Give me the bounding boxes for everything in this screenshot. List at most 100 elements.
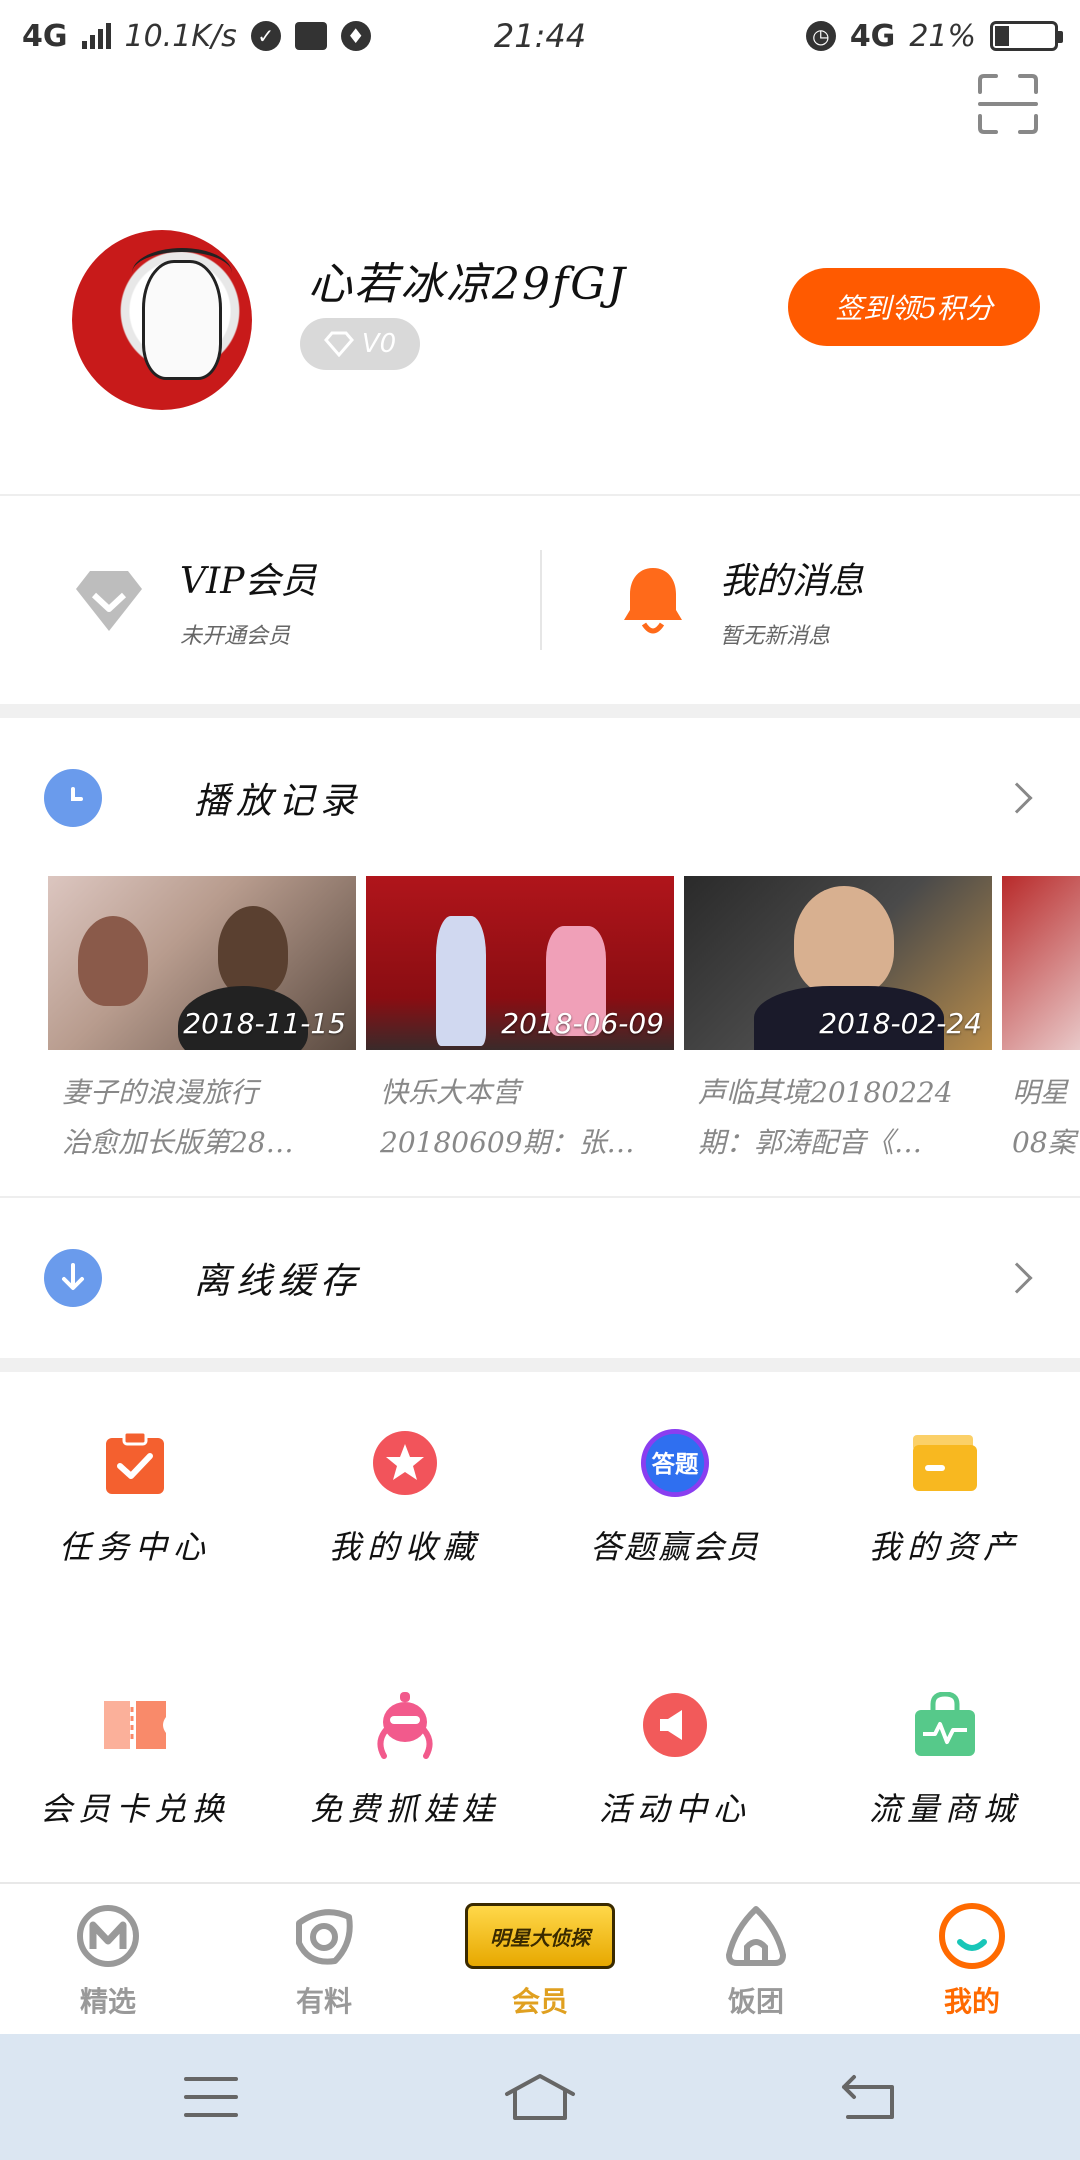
signal-icon bbox=[81, 23, 111, 49]
tab-fan-group[interactable]: 饭团 bbox=[648, 1884, 864, 2034]
history-date: 2018-11-15 bbox=[183, 1007, 346, 1040]
status-left: 4G 10.1K/s ✓ ♦ bbox=[22, 19, 371, 54]
tab-label: 会员 bbox=[511, 1985, 568, 2018]
separator bbox=[540, 550, 542, 650]
wallet-icon bbox=[910, 1428, 980, 1498]
scan-button[interactable] bbox=[976, 72, 1040, 136]
battery-icon bbox=[990, 21, 1063, 51]
download-icon bbox=[44, 1249, 102, 1307]
network-speed: 10.1K/s bbox=[124, 18, 237, 54]
back-icon bbox=[842, 2075, 894, 2119]
profile-header: 心若冰凉29fGJ V0 签到领5积分 bbox=[72, 230, 1040, 410]
tab-member[interactable]: 明星大侦探 会员 bbox=[432, 1884, 648, 2034]
grid-label: 流量商城 bbox=[868, 1790, 1021, 1828]
system-nav-bar bbox=[0, 2034, 1080, 2160]
history-item[interactable]: 明星 08案 bbox=[1002, 876, 1080, 1168]
member-badge-logo: 明星大侦探 bbox=[465, 1903, 615, 1969]
history-thumbnail bbox=[1002, 876, 1080, 1050]
vip-entry[interactable]: VIP会员 未开通会员 bbox=[72, 498, 532, 704]
chevron-right-icon bbox=[1001, 782, 1033, 814]
history-row[interactable]: 播放记录 bbox=[0, 718, 1080, 878]
history-label: 播放记录 bbox=[194, 781, 363, 822]
vip-subtitle: 未开通会员 bbox=[180, 624, 291, 649]
tab-featured[interactable]: 精选 bbox=[0, 1884, 216, 2034]
bottom-tab-bar: 精选 有料 明星大侦探 会员 饭团 我的 bbox=[0, 1882, 1080, 2034]
network-type: 4G bbox=[22, 18, 68, 54]
grid-item-card-redeem[interactable]: 会员卡兑换 bbox=[0, 1638, 270, 1858]
history-title: 快乐大本营 bbox=[380, 1076, 521, 1109]
gallery-icon bbox=[294, 22, 327, 50]
m-logo-icon bbox=[70, 1898, 146, 1974]
quiz-icon: 答题 bbox=[640, 1428, 710, 1498]
grid-label: 我的资产 bbox=[868, 1528, 1021, 1566]
grid-label: 我的收藏 bbox=[328, 1528, 481, 1566]
tab-label: 饭团 bbox=[727, 1985, 784, 2018]
chevron-right-icon bbox=[1001, 1262, 1033, 1294]
history-thumbnail: 2018-06-09 bbox=[366, 876, 674, 1050]
back-button[interactable] bbox=[824, 2062, 914, 2132]
bell-icon bbox=[624, 568, 682, 634]
check-icon: ✓ bbox=[250, 21, 281, 51]
menu-icon bbox=[184, 2077, 238, 2117]
tab-label: 有料 bbox=[295, 1985, 352, 2018]
network-type-right: 4G bbox=[849, 18, 896, 54]
flame-icon: ♦ bbox=[340, 21, 371, 51]
tab-label: 我的 bbox=[943, 1985, 1000, 2018]
history-thumbnail: 2018-11-15 bbox=[48, 876, 356, 1050]
history-title: 明星 bbox=[1012, 1076, 1069, 1109]
section-divider bbox=[0, 1358, 1080, 1372]
history-title: 妻子的浪漫旅行 bbox=[62, 1076, 259, 1109]
divider bbox=[0, 494, 1080, 496]
grid-label: 会员卡兑换 bbox=[39, 1790, 230, 1828]
tab-mine[interactable]: 我的 bbox=[864, 1884, 1080, 2034]
history-item[interactable]: 2018-06-09 快乐大本营 20180609期：张… bbox=[366, 876, 674, 1168]
grid-item-favorites[interactable]: 我的收藏 bbox=[270, 1376, 540, 1596]
history-subtitle: 期：郭涛配音《… bbox=[698, 1126, 923, 1159]
smile-icon bbox=[934, 1898, 1010, 1974]
history-item[interactable]: 2018-11-15 妻子的浪漫旅行 治愈加长版第28… bbox=[48, 876, 356, 1168]
status-bar: 4G 10.1K/s ✓ ♦ 21:44 ◷ 4G 21% bbox=[0, 0, 1080, 72]
claw-icon bbox=[370, 1690, 440, 1760]
history-list: 2018-11-15 妻子的浪漫旅行 治愈加长版第28… 2018-06-09 … bbox=[48, 876, 1080, 1176]
show-badge-icon: 明星大侦探 bbox=[460, 1898, 620, 1974]
tab-content[interactable]: 有料 bbox=[216, 1884, 432, 2034]
messages-entry[interactable]: 我的消息 暂无新消息 bbox=[620, 498, 1060, 704]
menu-button[interactable] bbox=[166, 2062, 256, 2132]
messages-title: 我的消息 bbox=[720, 561, 865, 602]
scan-icon bbox=[978, 74, 1038, 134]
grid-label: 免费抓娃娃 bbox=[309, 1790, 500, 1828]
home-icon bbox=[505, 2074, 575, 2120]
tab-label: 精选 bbox=[79, 1985, 136, 2018]
grid-item-task-center[interactable]: 任务中心 bbox=[0, 1376, 270, 1596]
offline-label: 离线缓存 bbox=[194, 1261, 363, 1302]
home-button[interactable] bbox=[495, 2062, 585, 2132]
avatar[interactable] bbox=[72, 230, 252, 410]
offline-cache-row[interactable]: 离线缓存 bbox=[0, 1198, 1080, 1358]
grid-item-claw-machine[interactable]: 免费抓娃娃 bbox=[270, 1638, 540, 1858]
grid-item-quiz[interactable]: 答题 答题赢会员 bbox=[540, 1376, 810, 1596]
history-subtitle: 08案 bbox=[1012, 1126, 1076, 1159]
star-icon bbox=[370, 1428, 440, 1498]
vip-message-row: VIP会员 未开通会员 我的消息 暂无新消息 bbox=[0, 498, 1080, 704]
history-item[interactable]: 2018-02-24 声临其境20180224 期：郭涛配音《… bbox=[684, 876, 992, 1168]
vip-level-badge[interactable]: V0 bbox=[300, 318, 420, 370]
history-subtitle: 20180609期：张… bbox=[380, 1126, 635, 1159]
grid-item-data-mall[interactable]: 流量商城 bbox=[810, 1638, 1080, 1858]
history-date: 2018-02-24 bbox=[819, 1007, 982, 1040]
grid-label: 任务中心 bbox=[58, 1528, 211, 1566]
swirl-icon bbox=[286, 1898, 362, 1974]
history-title: 声临其境20180224 bbox=[698, 1076, 953, 1109]
battery-percent: 21% bbox=[909, 18, 976, 54]
shop-bag-icon bbox=[910, 1690, 980, 1760]
megaphone-icon bbox=[640, 1690, 710, 1760]
feature-grid: 任务中心 我的收藏 答题 答题赢会员 我的资产 会员卡兑换 免费抓娃娃 活动中心… bbox=[0, 1376, 1080, 1876]
ticket-icon bbox=[100, 1690, 170, 1760]
grid-label: 活动中心 bbox=[598, 1790, 751, 1828]
history-thumbnail: 2018-02-24 bbox=[684, 876, 992, 1050]
grid-item-assets[interactable]: 我的资产 bbox=[810, 1376, 1080, 1596]
checkin-button[interactable]: 签到领5积分 bbox=[788, 268, 1040, 346]
username: 心若冰凉29fGJ bbox=[308, 259, 628, 310]
grid-item-events[interactable]: 活动中心 bbox=[540, 1638, 810, 1858]
vip-diamond-icon bbox=[76, 571, 142, 631]
diamond-icon bbox=[323, 331, 354, 357]
